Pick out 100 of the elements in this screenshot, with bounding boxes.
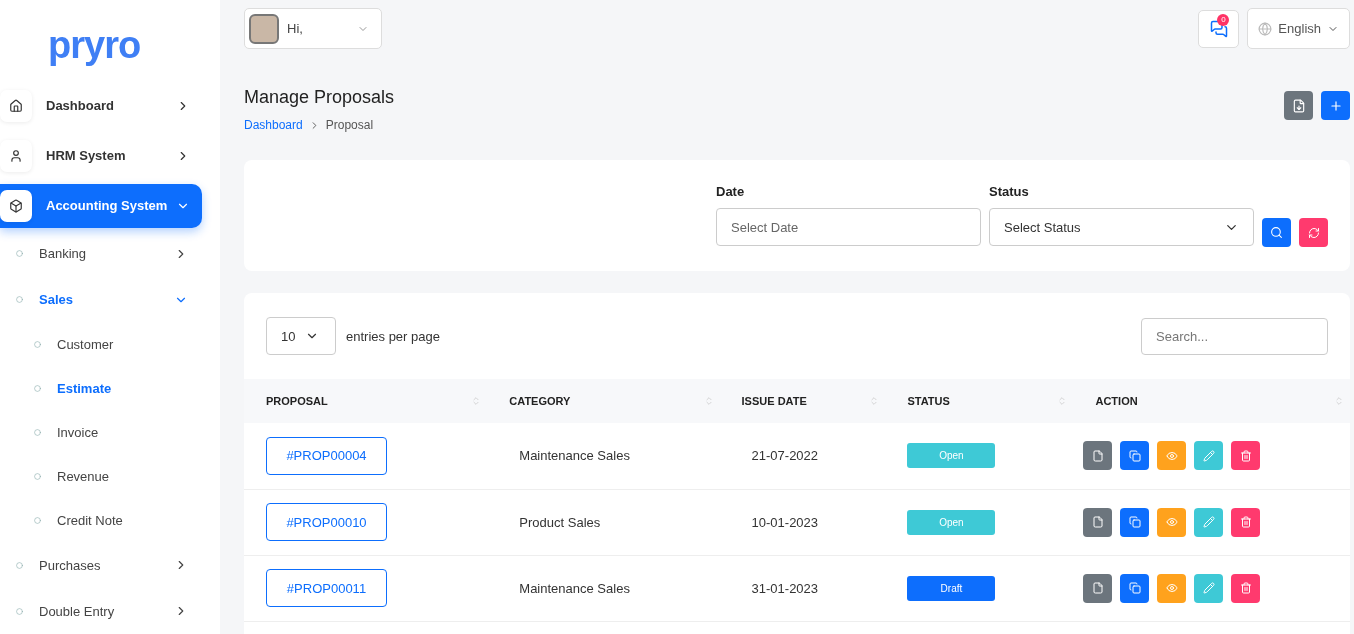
refresh-icon — [1307, 226, 1320, 239]
view-button[interactable] — [1157, 573, 1187, 603]
page-title: Manage Proposals — [244, 87, 395, 108]
bullet-icon — [16, 561, 23, 569]
sidebar-item[interactable]: Credit Note — [0, 498, 202, 543]
sidebar-item[interactable]: Estimate — [0, 366, 202, 411]
add-button[interactable] — [1321, 91, 1350, 120]
sidebar-item[interactable]: Purchases — [0, 542, 202, 589]
sort-icon — [471, 396, 482, 406]
copy-icon — [1128, 582, 1141, 594]
sort-icon — [1334, 396, 1344, 406]
bullet-icon — [34, 472, 41, 480]
search-icon — [1270, 226, 1283, 239]
pencil-icon — [1202, 582, 1215, 594]
delete-button[interactable] — [1231, 573, 1261, 603]
bullet-icon — [34, 428, 41, 436]
date-field[interactable]: Select Date — [716, 208, 981, 246]
file-button[interactable] — [1083, 507, 1113, 537]
proposal-link[interactable]: #PROP00010 — [266, 503, 387, 541]
sidebar-item[interactable]: Banking — [0, 230, 202, 277]
eye-icon — [1165, 516, 1178, 528]
column-header[interactable]: CATEGORY — [487, 379, 720, 423]
status-badge: Draft — [907, 575, 996, 601]
breadcrumb-current: Proposal — [325, 118, 374, 132]
sidebar-item[interactable]: Invoice — [0, 410, 202, 455]
globe-icon — [1258, 21, 1273, 36]
column-header[interactable]: ACTION — [1073, 379, 1350, 423]
bullet-icon — [16, 296, 23, 304]
eye-icon — [1165, 449, 1178, 462]
file-icon — [1091, 582, 1104, 594]
copy-button[interactable] — [1120, 441, 1150, 471]
table-cell: 10-01-2023 — [719, 489, 886, 555]
copy-button[interactable] — [1120, 573, 1150, 603]
bullet-icon — [34, 516, 41, 524]
sidebar-item[interactable]: Customer — [0, 322, 202, 367]
edit-button[interactable] — [1194, 573, 1224, 603]
table-cell: Maintenance Sales — [487, 423, 720, 489]
bullet-icon — [34, 385, 41, 392]
copy-button[interactable] — [1120, 507, 1150, 537]
trash-icon — [1239, 449, 1252, 462]
entries-label: entries per page — [346, 328, 440, 344]
copy-icon — [1128, 516, 1141, 528]
sidebar-item[interactable]: Sales — [0, 276, 202, 323]
sidebar-item[interactable]: Double Entry — [0, 588, 202, 634]
reset-button[interactable] — [1299, 218, 1328, 247]
breadcrumb-link[interactable]: Dashboard — [244, 118, 303, 132]
sidebar-item[interactable]: Accounting System — [0, 183, 202, 228]
table-cell: 31-01-2023 — [719, 555, 886, 621]
user-menu[interactable]: Hi, — [244, 8, 382, 49]
column-header[interactable]: ISSUE DATE — [719, 379, 886, 423]
file-button[interactable] — [1083, 441, 1113, 471]
avatar — [249, 13, 279, 44]
export-button[interactable] — [1284, 91, 1313, 120]
pencil-icon — [1202, 516, 1215, 528]
notification-count: 0 — [1217, 13, 1230, 26]
bullet-icon — [34, 341, 41, 349]
logo: pryro — [48, 24, 142, 67]
cube-icon — [0, 189, 32, 222]
pencil-icon — [1202, 449, 1215, 462]
trash-icon — [1239, 582, 1252, 594]
notification-button[interactable]: 0 — [1198, 9, 1240, 48]
bullet-icon — [16, 607, 23, 615]
sidebar-item[interactable]: Dashboard — [0, 84, 202, 128]
status-badge: Open — [907, 509, 996, 535]
sort-icon — [869, 396, 880, 406]
delete-button[interactable] — [1231, 441, 1261, 471]
proposal-link[interactable]: #PROP00011 — [266, 569, 387, 607]
trash-icon — [1239, 516, 1252, 528]
view-button[interactable] — [1157, 441, 1187, 471]
field-label: Status — [989, 184, 1030, 199]
sort-icon — [1057, 396, 1068, 406]
search-field[interactable]: Search... — [1141, 317, 1328, 355]
view-button[interactable] — [1157, 507, 1187, 537]
status-badge: Open — [907, 443, 996, 469]
eye-icon — [1165, 582, 1178, 594]
file-button[interactable] — [1083, 573, 1113, 603]
plus-icon — [1328, 98, 1343, 113]
table-cell: 21-07-2022 — [719, 423, 886, 489]
proposal-link[interactable]: #PROP00004 — [266, 436, 387, 475]
file-icon — [1091, 449, 1104, 462]
table-cell: Product Sales — [487, 489, 720, 555]
file-icon — [1291, 98, 1306, 113]
edit-button[interactable] — [1194, 441, 1224, 471]
sidebar-item[interactable]: HRM System — [0, 133, 202, 178]
sidebar-item[interactable]: Revenue — [0, 454, 202, 499]
delete-button[interactable] — [1231, 507, 1261, 537]
column-header[interactable]: STATUS — [885, 379, 1074, 423]
chat-icon — [1209, 19, 1228, 38]
column-header[interactable]: PROPOSAL — [244, 379, 488, 423]
status-select[interactable]: Select Status — [989, 208, 1254, 246]
edit-button[interactable] — [1194, 507, 1224, 537]
entries-select[interactable]: 10 — [266, 317, 336, 355]
copy-icon — [1128, 449, 1141, 462]
field-label: Date — [716, 184, 746, 199]
language-select[interactable]: English — [1247, 8, 1350, 49]
table-cell: Maintenance Sales — [487, 555, 720, 621]
file-icon — [1091, 516, 1104, 528]
bullet-icon — [16, 250, 23, 258]
search-button[interactable] — [1262, 218, 1291, 247]
sort-icon — [703, 396, 714, 406]
